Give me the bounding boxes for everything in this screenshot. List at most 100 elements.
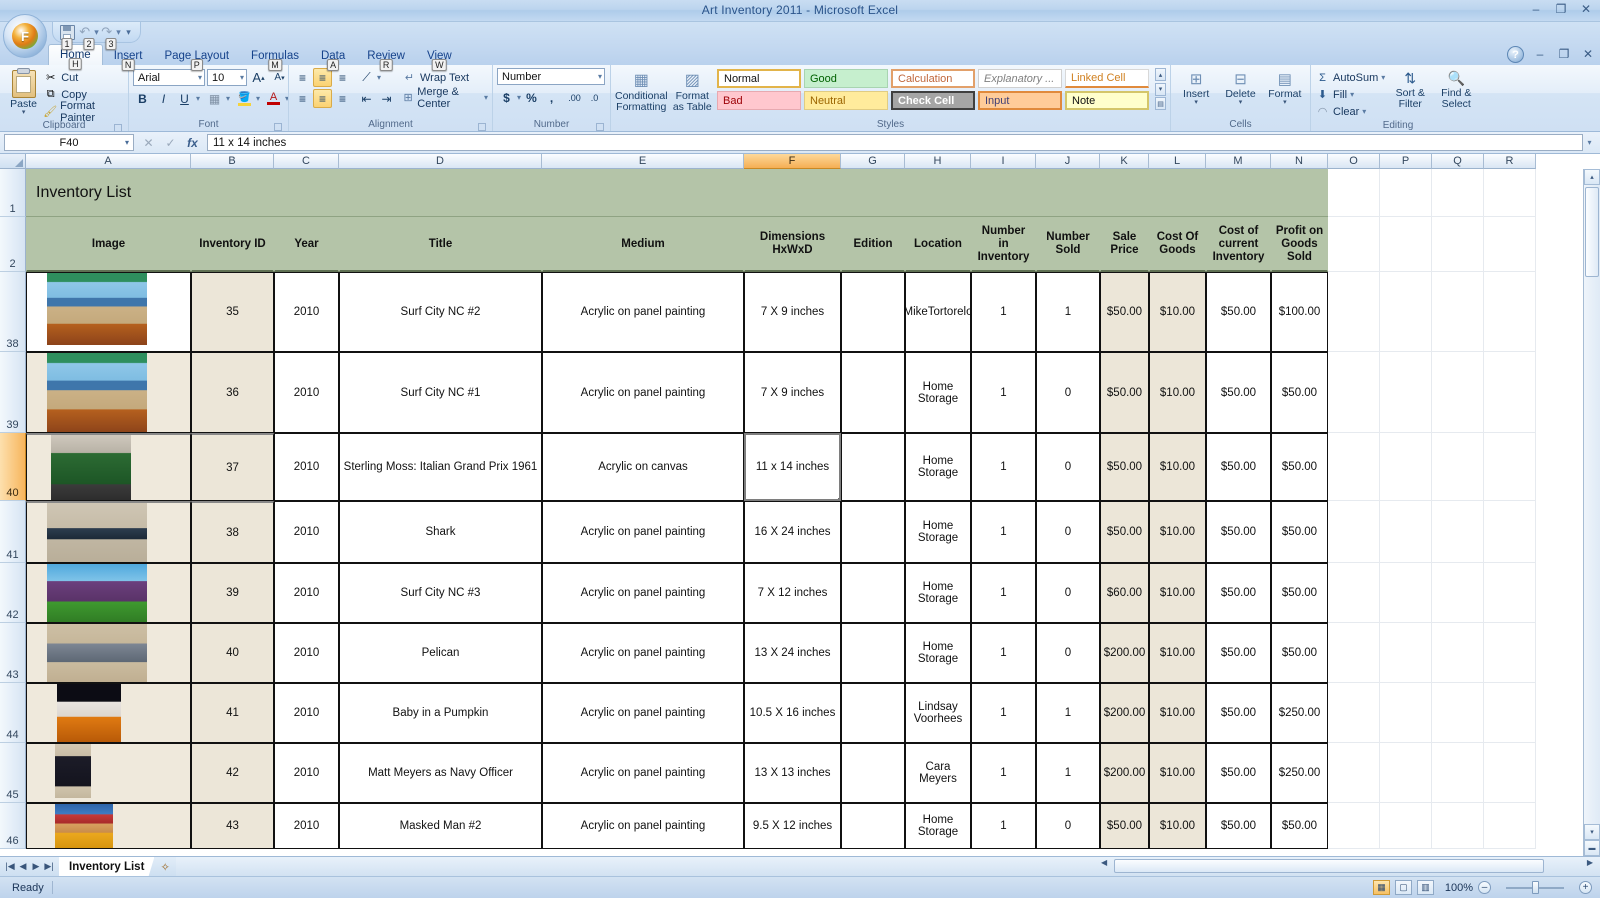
cell-H42[interactable]: Home Storage <box>905 563 971 623</box>
cell-I44[interactable]: 1 <box>971 683 1036 743</box>
cell-B40[interactable]: 37 <box>191 433 274 501</box>
borders-chevron-down-icon[interactable]: ▾ <box>226 94 230 103</box>
cell-style-bad[interactable]: Bad <box>717 91 801 110</box>
cell-F46[interactable]: 9.5 X 12 inches <box>744 803 841 849</box>
cell-E40[interactable]: Acrylic on canvas <box>542 433 744 501</box>
column-title-N[interactable]: Profit onGoodsSold <box>1271 217 1328 272</box>
empty-cell-Q2[interactable] <box>1432 217 1484 272</box>
cell-C43[interactable]: 2010 <box>274 623 339 683</box>
cell-N42[interactable]: $50.00 <box>1271 563 1328 623</box>
cell-F42[interactable]: 7 X 12 inches <box>744 563 841 623</box>
cell-L38[interactable]: $10.00 <box>1149 272 1206 352</box>
cell-D43[interactable]: Pelican <box>339 623 542 683</box>
ribbon-tab-view[interactable]: ViewW <box>416 46 463 65</box>
row-header-38[interactable]: 38 <box>0 272 26 352</box>
italic-button[interactable]: I <box>154 89 173 108</box>
cell-I46[interactable]: 1 <box>971 803 1036 849</box>
cell-F41[interactable]: 16 X 24 inches <box>744 501 841 563</box>
empty-cell-Q46[interactable] <box>1432 803 1484 849</box>
font-dialog-launcher-icon[interactable] <box>274 123 282 131</box>
vertical-scrollbar[interactable]: ▴ ▾ ▬ <box>1583 169 1600 856</box>
autosum-button[interactable]: Σ AutoSum ▾ <box>1315 69 1385 86</box>
row-header-43[interactable]: 43 <box>0 623 26 683</box>
save-button[interactable]: 1 <box>57 23 77 41</box>
row-header-42[interactable]: 42 <box>0 563 26 623</box>
number-dialog-launcher-icon[interactable] <box>596 123 604 131</box>
next-sheet-icon[interactable]: ▶ <box>30 861 42 872</box>
format-as-table-button[interactable]: ▨ Format as Table <box>672 68 713 113</box>
cell-D38[interactable]: Surf City NC #2 <box>339 272 542 352</box>
cell-N43[interactable]: $50.00 <box>1271 623 1328 683</box>
merge-center-button[interactable]: ⊞ Merge & Center ▾ <box>402 89 488 106</box>
bold-button[interactable]: B <box>133 89 152 108</box>
empty-cell-O46[interactable] <box>1328 803 1380 849</box>
cell-M39[interactable]: $50.00 <box>1206 352 1271 433</box>
insert-cells-caret-icon[interactable]: ▾ <box>1194 100 1198 106</box>
align-top-button[interactable]: ≡ <box>293 68 312 87</box>
empty-cell-O42[interactable] <box>1328 563 1380 623</box>
cell-F38[interactable]: 7 X 9 inches <box>744 272 841 352</box>
cell-C40[interactable]: 2010 <box>274 433 339 501</box>
cell-A42[interactable] <box>26 563 191 623</box>
cell-L42[interactable]: $10.00 <box>1149 563 1206 623</box>
ribbon-tab-formulas[interactable]: FormulasM <box>240 46 310 65</box>
minimize-doc-icon[interactable]: – <box>1532 47 1548 62</box>
format-cells-caret-icon[interactable]: ▾ <box>1283 100 1287 106</box>
column-header-L[interactable]: L <box>1149 154 1206 169</box>
number-format-select[interactable]: Number ▾ <box>497 68 605 85</box>
cell-M42[interactable]: $50.00 <box>1206 563 1271 623</box>
cell-J45[interactable]: 1 <box>1036 743 1100 803</box>
clipboard-dialog-launcher-icon[interactable] <box>114 124 122 132</box>
cell-K45[interactable]: $200.00 <box>1100 743 1149 803</box>
help-icon[interactable]: ? <box>1507 46 1524 63</box>
column-header-F[interactable]: F <box>744 154 841 169</box>
column-header-J[interactable]: J <box>1036 154 1100 169</box>
empty-cell-P44[interactable] <box>1380 683 1432 743</box>
view-normal-button[interactable]: ▦ <box>1373 880 1390 895</box>
redo-button[interactable]: ↷ ▾ 3 <box>101 23 121 41</box>
close-icon[interactable]: ✕ <box>1578 2 1594 17</box>
cell-L43[interactable]: $10.00 <box>1149 623 1206 683</box>
empty-cell-Q44[interactable] <box>1432 683 1484 743</box>
cell-C41[interactable]: 2010 <box>274 501 339 563</box>
cell-D39[interactable]: Surf City NC #1 <box>339 352 542 433</box>
cell-D45[interactable]: Matt Meyers as Navy Officer <box>339 743 542 803</box>
cell-C44[interactable]: 2010 <box>274 683 339 743</box>
cell-E45[interactable]: Acrylic on panel painting <box>542 743 744 803</box>
name-box[interactable]: F40 ▾ <box>4 134 134 151</box>
empty-cell-P46[interactable] <box>1380 803 1432 849</box>
empty-cell-Q40[interactable] <box>1432 433 1484 501</box>
cell-H41[interactable]: Home Storage <box>905 501 971 563</box>
cell-J38[interactable]: 1 <box>1036 272 1100 352</box>
empty-cell-P40[interactable] <box>1380 433 1432 501</box>
empty-cell-Q43[interactable] <box>1432 623 1484 683</box>
cell-I43[interactable]: 1 <box>971 623 1036 683</box>
cell-M38[interactable]: $50.00 <box>1206 272 1271 352</box>
column-title-B[interactable]: Inventory ID <box>191 217 274 272</box>
cell-B46[interactable]: 43 <box>191 803 274 849</box>
cell-C46[interactable]: 2010 <box>274 803 339 849</box>
format-cells-button[interactable]: ▤ Format ▾ <box>1264 68 1306 106</box>
undo-button[interactable]: ↶ ▾ 2 <box>79 23 99 41</box>
cell-M41[interactable]: $50.00 <box>1206 501 1271 563</box>
cell-I39[interactable]: 1 <box>971 352 1036 433</box>
currency-button[interactable]: $ <box>497 88 516 107</box>
cell-style-good[interactable]: Good <box>804 69 888 88</box>
row-header-40[interactable]: 40 <box>0 433 26 501</box>
cell-H45[interactable]: Cara Meyers <box>905 743 971 803</box>
styles-scroll-down-icon[interactable]: ▾ <box>1155 83 1166 96</box>
empty-cell-O45[interactable] <box>1328 743 1380 803</box>
cut-button[interactable]: ✂ Cut <box>43 69 124 86</box>
cell-E44[interactable]: Acrylic on panel painting <box>542 683 744 743</box>
empty-cell-O1[interactable] <box>1328 169 1380 217</box>
cell-F45[interactable]: 13 X 13 inches <box>744 743 841 803</box>
column-header-H[interactable]: H <box>905 154 971 169</box>
redo-dropdown-icon[interactable]: ▾ <box>116 27 121 38</box>
first-sheet-icon[interactable]: |◀ <box>4 861 16 872</box>
formula-input[interactable]: 11 x 14 inches <box>207 134 1583 151</box>
empty-cell-R2[interactable] <box>1484 217 1536 272</box>
cell-G39[interactable] <box>841 352 905 433</box>
cell-L41[interactable]: $10.00 <box>1149 501 1206 563</box>
empty-cell-Q42[interactable] <box>1432 563 1484 623</box>
increase-indent-button[interactable]: ⇥ <box>377 89 396 108</box>
